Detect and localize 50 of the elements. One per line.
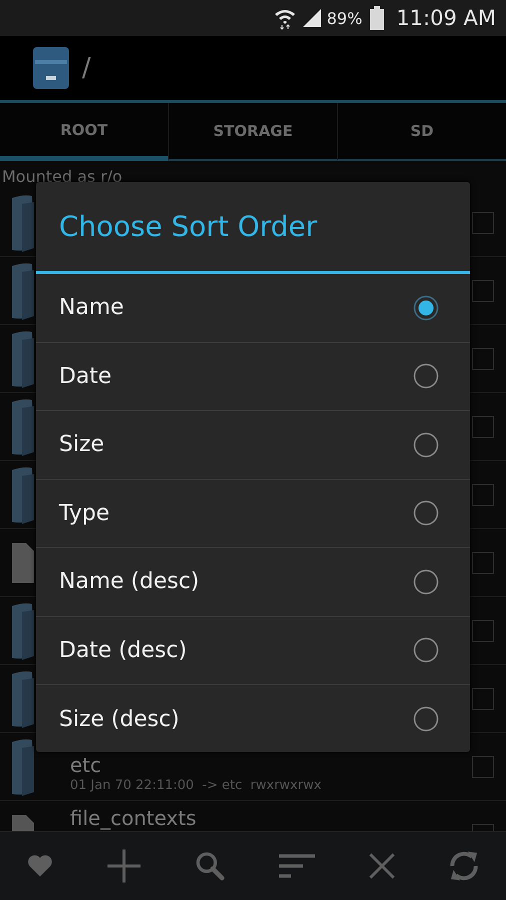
file-name: file_contexts bbox=[70, 805, 198, 831]
file-icon bbox=[12, 542, 34, 582]
folder-icon bbox=[12, 262, 34, 320]
dialog-title: Choose Sort Order bbox=[36, 182, 470, 274]
file-name: etc bbox=[70, 752, 102, 778]
close-icon[interactable] bbox=[368, 852, 396, 880]
checkbox[interactable] bbox=[472, 552, 494, 574]
radio-button[interactable] bbox=[413, 294, 439, 321]
tab[interactable]: ROOT bbox=[0, 103, 168, 161]
sort-icon[interactable] bbox=[278, 852, 316, 880]
sort-option[interactable]: Name bbox=[36, 274, 470, 342]
folder-icon bbox=[12, 738, 34, 796]
sort-option[interactable]: Name (desc) bbox=[36, 548, 470, 616]
radio-button[interactable] bbox=[413, 432, 439, 458]
folder-icon bbox=[12, 670, 34, 728]
folder-icon bbox=[12, 330, 34, 388]
folder-icon bbox=[12, 466, 34, 524]
file-cabinet-icon bbox=[32, 46, 70, 90]
search-icon[interactable] bbox=[194, 850, 226, 882]
checkbox[interactable] bbox=[472, 348, 494, 370]
checkbox[interactable] bbox=[472, 280, 494, 302]
radio-button[interactable] bbox=[413, 568, 439, 595]
sort-option[interactable]: Date bbox=[36, 342, 470, 411]
folder-icon bbox=[12, 194, 34, 252]
sort-option[interactable]: Size bbox=[36, 411, 470, 480]
add-icon[interactable] bbox=[106, 848, 142, 884]
clock: 11:09 AM bbox=[396, 6, 496, 30]
signal-icon bbox=[300, 7, 323, 29]
tab[interactable]: SD bbox=[337, 103, 506, 161]
folder-icon bbox=[12, 602, 34, 660]
checkbox[interactable] bbox=[472, 688, 494, 710]
file-details: 01 Jan 70 22:11:00 -> etc rwxrwxrwx bbox=[70, 778, 322, 793]
radio-button[interactable] bbox=[413, 706, 439, 732]
checkbox[interactable] bbox=[472, 212, 494, 234]
battery-percent: 89% bbox=[326, 8, 362, 28]
tab[interactable]: STORAGE bbox=[168, 103, 337, 161]
sort-option[interactable]: Size (desc) bbox=[36, 685, 470, 754]
refresh-icon[interactable] bbox=[448, 849, 480, 883]
sort-option[interactable]: Type bbox=[36, 480, 470, 548]
checkbox[interactable] bbox=[472, 756, 494, 778]
checkbox[interactable] bbox=[472, 620, 494, 642]
checkbox[interactable] bbox=[472, 416, 494, 438]
radio-button[interactable] bbox=[413, 637, 439, 664]
radio-button[interactable] bbox=[413, 500, 439, 526]
folder-icon bbox=[12, 398, 34, 456]
sort-option[interactable]: Date (desc) bbox=[36, 616, 470, 685]
current-path: / bbox=[82, 53, 91, 83]
radio-button[interactable] bbox=[413, 363, 439, 390]
battery-icon bbox=[370, 6, 384, 30]
checkbox[interactable] bbox=[472, 484, 494, 506]
